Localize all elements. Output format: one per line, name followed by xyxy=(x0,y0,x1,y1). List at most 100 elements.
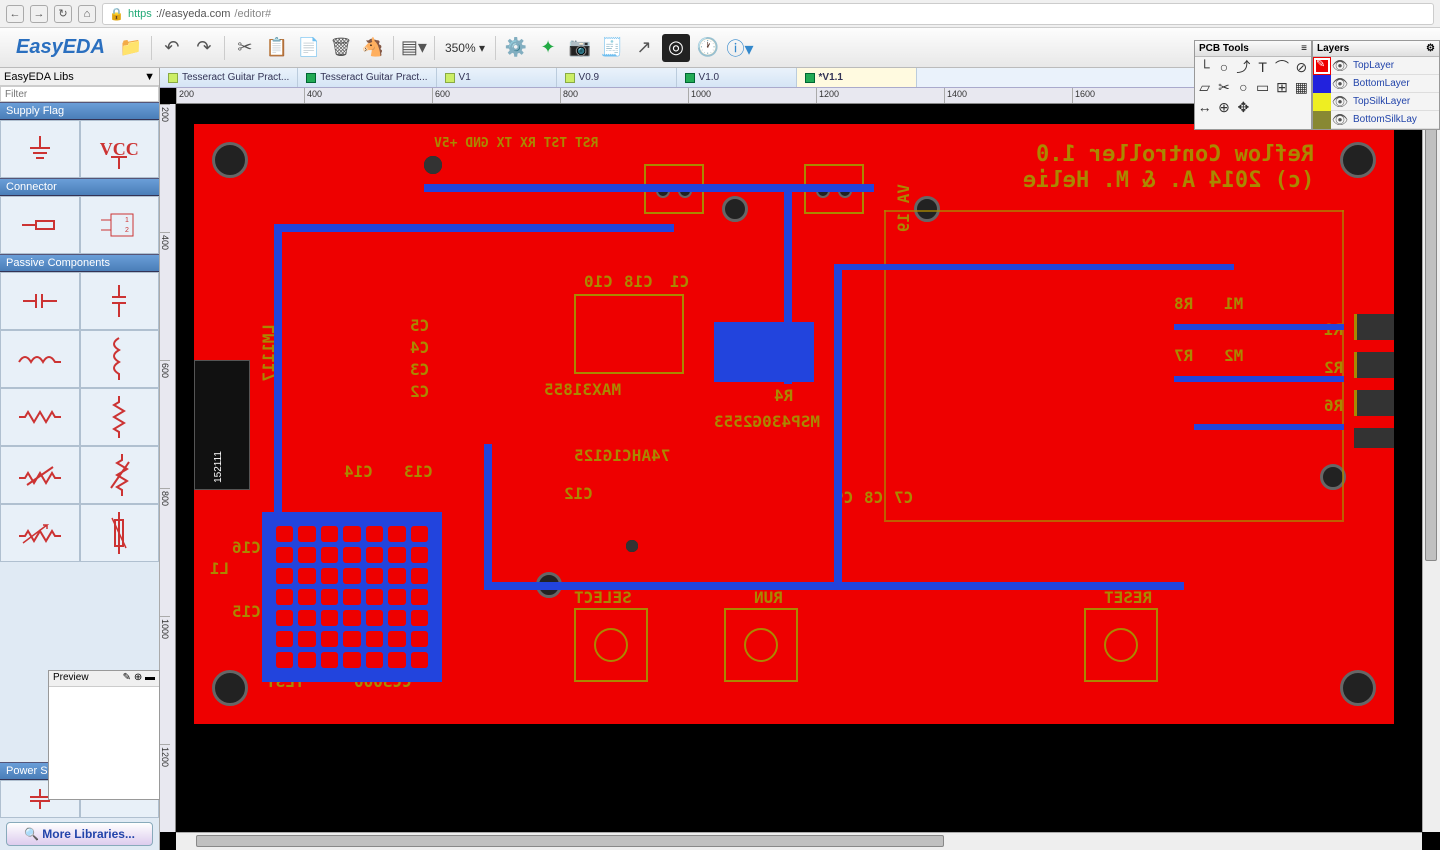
tool-pad[interactable]: ○ xyxy=(1214,57,1233,77)
schematic-icon xyxy=(445,73,455,83)
history-button[interactable]: 🕐 xyxy=(694,34,722,62)
panel-menu-icon[interactable]: ≡ xyxy=(1301,43,1307,54)
open-file-button[interactable]: 📁 xyxy=(117,34,145,62)
layer-row-BottomSilkLay[interactable]: 👁BottomSilkLay xyxy=(1313,111,1439,129)
doc-tab-0[interactable]: Tesseract Guitar Pract... xyxy=(160,68,298,87)
tool-text[interactable]: T xyxy=(1253,57,1272,77)
preview-tools[interactable]: ✎ ⊕ ▬ xyxy=(123,672,155,685)
redo-button[interactable]: ↷ xyxy=(190,34,218,62)
tool-copper[interactable]: ▦ xyxy=(1292,77,1311,97)
layer-row-BottomLayer[interactable]: 👁BottomLayer xyxy=(1313,75,1439,93)
lib-fuse[interactable] xyxy=(80,504,160,562)
lib-res2[interactable] xyxy=(80,388,160,446)
url-path: /editor# xyxy=(234,8,271,20)
tool-poly[interactable]: ▭ xyxy=(1253,77,1272,97)
lib-cap1[interactable] xyxy=(0,272,80,330)
settings-button[interactable]: ⚙️ xyxy=(502,34,530,62)
section-supply[interactable]: Supply Flag xyxy=(0,102,159,120)
pcb-viewport[interactable]: Reflow Controller 1.0 (c) 2014 A. & M. H… xyxy=(176,104,1440,832)
browser-chrome: ← → ↻ ⌂ 🔒 https://easyeda.com/editor# xyxy=(0,0,1440,28)
scrollbar-horizontal[interactable] xyxy=(176,832,1422,850)
eye-icon[interactable]: 👁 xyxy=(1331,112,1349,128)
schematic-icon xyxy=(565,73,575,83)
tool-dim[interactable]: ↔ xyxy=(1195,97,1214,117)
lib-var2[interactable] xyxy=(80,446,160,504)
ic-max31855 xyxy=(574,294,684,374)
doc-tab-5[interactable]: *V1.1 xyxy=(797,68,917,87)
copy-button[interactable]: 📋 xyxy=(263,34,291,62)
preview-panel: Preview✎ ⊕ ▬ xyxy=(48,670,160,800)
mounting-hole xyxy=(1340,142,1376,178)
lib-cap2[interactable] xyxy=(80,272,160,330)
pcb-icon xyxy=(685,73,695,83)
eye-icon[interactable]: 👁 xyxy=(1331,76,1349,92)
lib-conn2[interactable]: 12 xyxy=(80,196,160,254)
layer-color-swatch xyxy=(1313,93,1331,111)
steam-button[interactable]: ◎ xyxy=(662,34,690,62)
svg-text:2: 2 xyxy=(125,227,129,234)
mounting-hole xyxy=(1340,670,1376,706)
zoom-level[interactable]: 350% ▾ xyxy=(441,41,489,55)
section-connector[interactable]: Connector xyxy=(0,178,159,196)
tool-origin[interactable]: ⊕ xyxy=(1214,97,1233,117)
align-button[interactable]: ▤▾ xyxy=(400,34,428,62)
find-button[interactable]: 🐴 xyxy=(359,34,387,62)
lib-gnd[interactable] xyxy=(0,120,80,178)
tool-circle[interactable]: ○ xyxy=(1234,77,1253,97)
doc-tab-1[interactable]: Tesseract Guitar Pract... xyxy=(298,68,436,87)
back-button[interactable]: ← xyxy=(6,5,24,23)
doc-tab-3[interactable]: V0.9 xyxy=(557,68,677,87)
lib-res1[interactable] xyxy=(0,388,80,446)
doc-tab-2[interactable]: V1 xyxy=(437,68,557,87)
reload-button[interactable]: ↻ xyxy=(54,5,72,23)
url-prefix: https xyxy=(128,8,152,20)
url-bar[interactable]: 🔒 https://easyeda.com/editor# xyxy=(102,3,1434,25)
section-passive[interactable]: Passive Components xyxy=(0,254,159,272)
cut-button[interactable]: ✂ xyxy=(231,34,259,62)
tool-track[interactable]: └ xyxy=(1195,57,1214,77)
ic-u8: 152111 xyxy=(194,360,250,490)
undo-button[interactable]: ↶ xyxy=(158,34,186,62)
gear-icon[interactable]: ⚙ xyxy=(1426,43,1435,54)
bom-button[interactable]: 🧾 xyxy=(598,34,626,62)
lock-icon: 🔒 xyxy=(109,7,124,21)
screenshot-button[interactable]: 📷 xyxy=(566,34,594,62)
ic-msp430 xyxy=(714,322,814,382)
lib-var1[interactable] xyxy=(0,446,80,504)
doc-tab-4[interactable]: V1.0 xyxy=(677,68,797,87)
tool-arc[interactable]: ⌒ xyxy=(1272,57,1291,77)
tool-image[interactable]: ⊞ xyxy=(1272,77,1291,97)
tool-measure[interactable]: ✂ xyxy=(1214,77,1233,97)
eye-icon[interactable]: 👁 xyxy=(1331,58,1349,74)
app-logo[interactable]: EasyEDA xyxy=(8,32,113,64)
more-libraries-button[interactable]: 🔍 More Libraries... xyxy=(6,822,153,846)
export-button[interactable]: ↗ xyxy=(630,34,658,62)
info-button[interactable]: ⓘ▾ xyxy=(726,34,754,62)
board-title: Reflow Controller 1.0 xyxy=(1036,142,1314,167)
forward-button[interactable]: → xyxy=(30,5,48,23)
libs-dropdown[interactable]: EasyEDA Libs▼ xyxy=(0,68,159,86)
layer-row-TopSilkLayer[interactable]: 👁TopSilkLayer xyxy=(1313,93,1439,111)
home-button[interactable]: ⌂ xyxy=(78,5,96,23)
lib-ind1[interactable] xyxy=(0,330,80,388)
lib-ind2[interactable] xyxy=(80,330,160,388)
tool-drag[interactable]: ✥ xyxy=(1234,97,1253,117)
paste-button[interactable]: 📄 xyxy=(295,34,323,62)
tool-rect[interactable]: ▱ xyxy=(1195,77,1214,97)
btn-reset xyxy=(1084,608,1158,682)
lib-vcc[interactable]: VCC xyxy=(80,120,160,178)
tool-hole[interactable]: ⊘ xyxy=(1292,57,1311,77)
pcb-board: Reflow Controller 1.0 (c) 2014 A. & M. H… xyxy=(194,124,1394,724)
eye-icon[interactable]: 👁 xyxy=(1331,94,1349,110)
tool-via[interactable]: ⤴ xyxy=(1234,57,1253,77)
svg-text:1: 1 xyxy=(125,217,129,224)
btn-select xyxy=(574,608,648,682)
cc3000-module: for(let i=0;i<49;i++)document.write('<di… xyxy=(262,512,442,682)
layer-row-TopLayer[interactable]: ✎👁TopLayer xyxy=(1313,57,1439,75)
delete-button[interactable]: 🗑 xyxy=(327,34,355,62)
scrollbar-vertical[interactable] xyxy=(1422,104,1440,832)
filter-input[interactable] xyxy=(0,86,159,102)
lib-conn1[interactable] xyxy=(0,196,80,254)
share-button[interactable]: ✦ xyxy=(534,34,562,62)
lib-pot1[interactable] xyxy=(0,504,80,562)
